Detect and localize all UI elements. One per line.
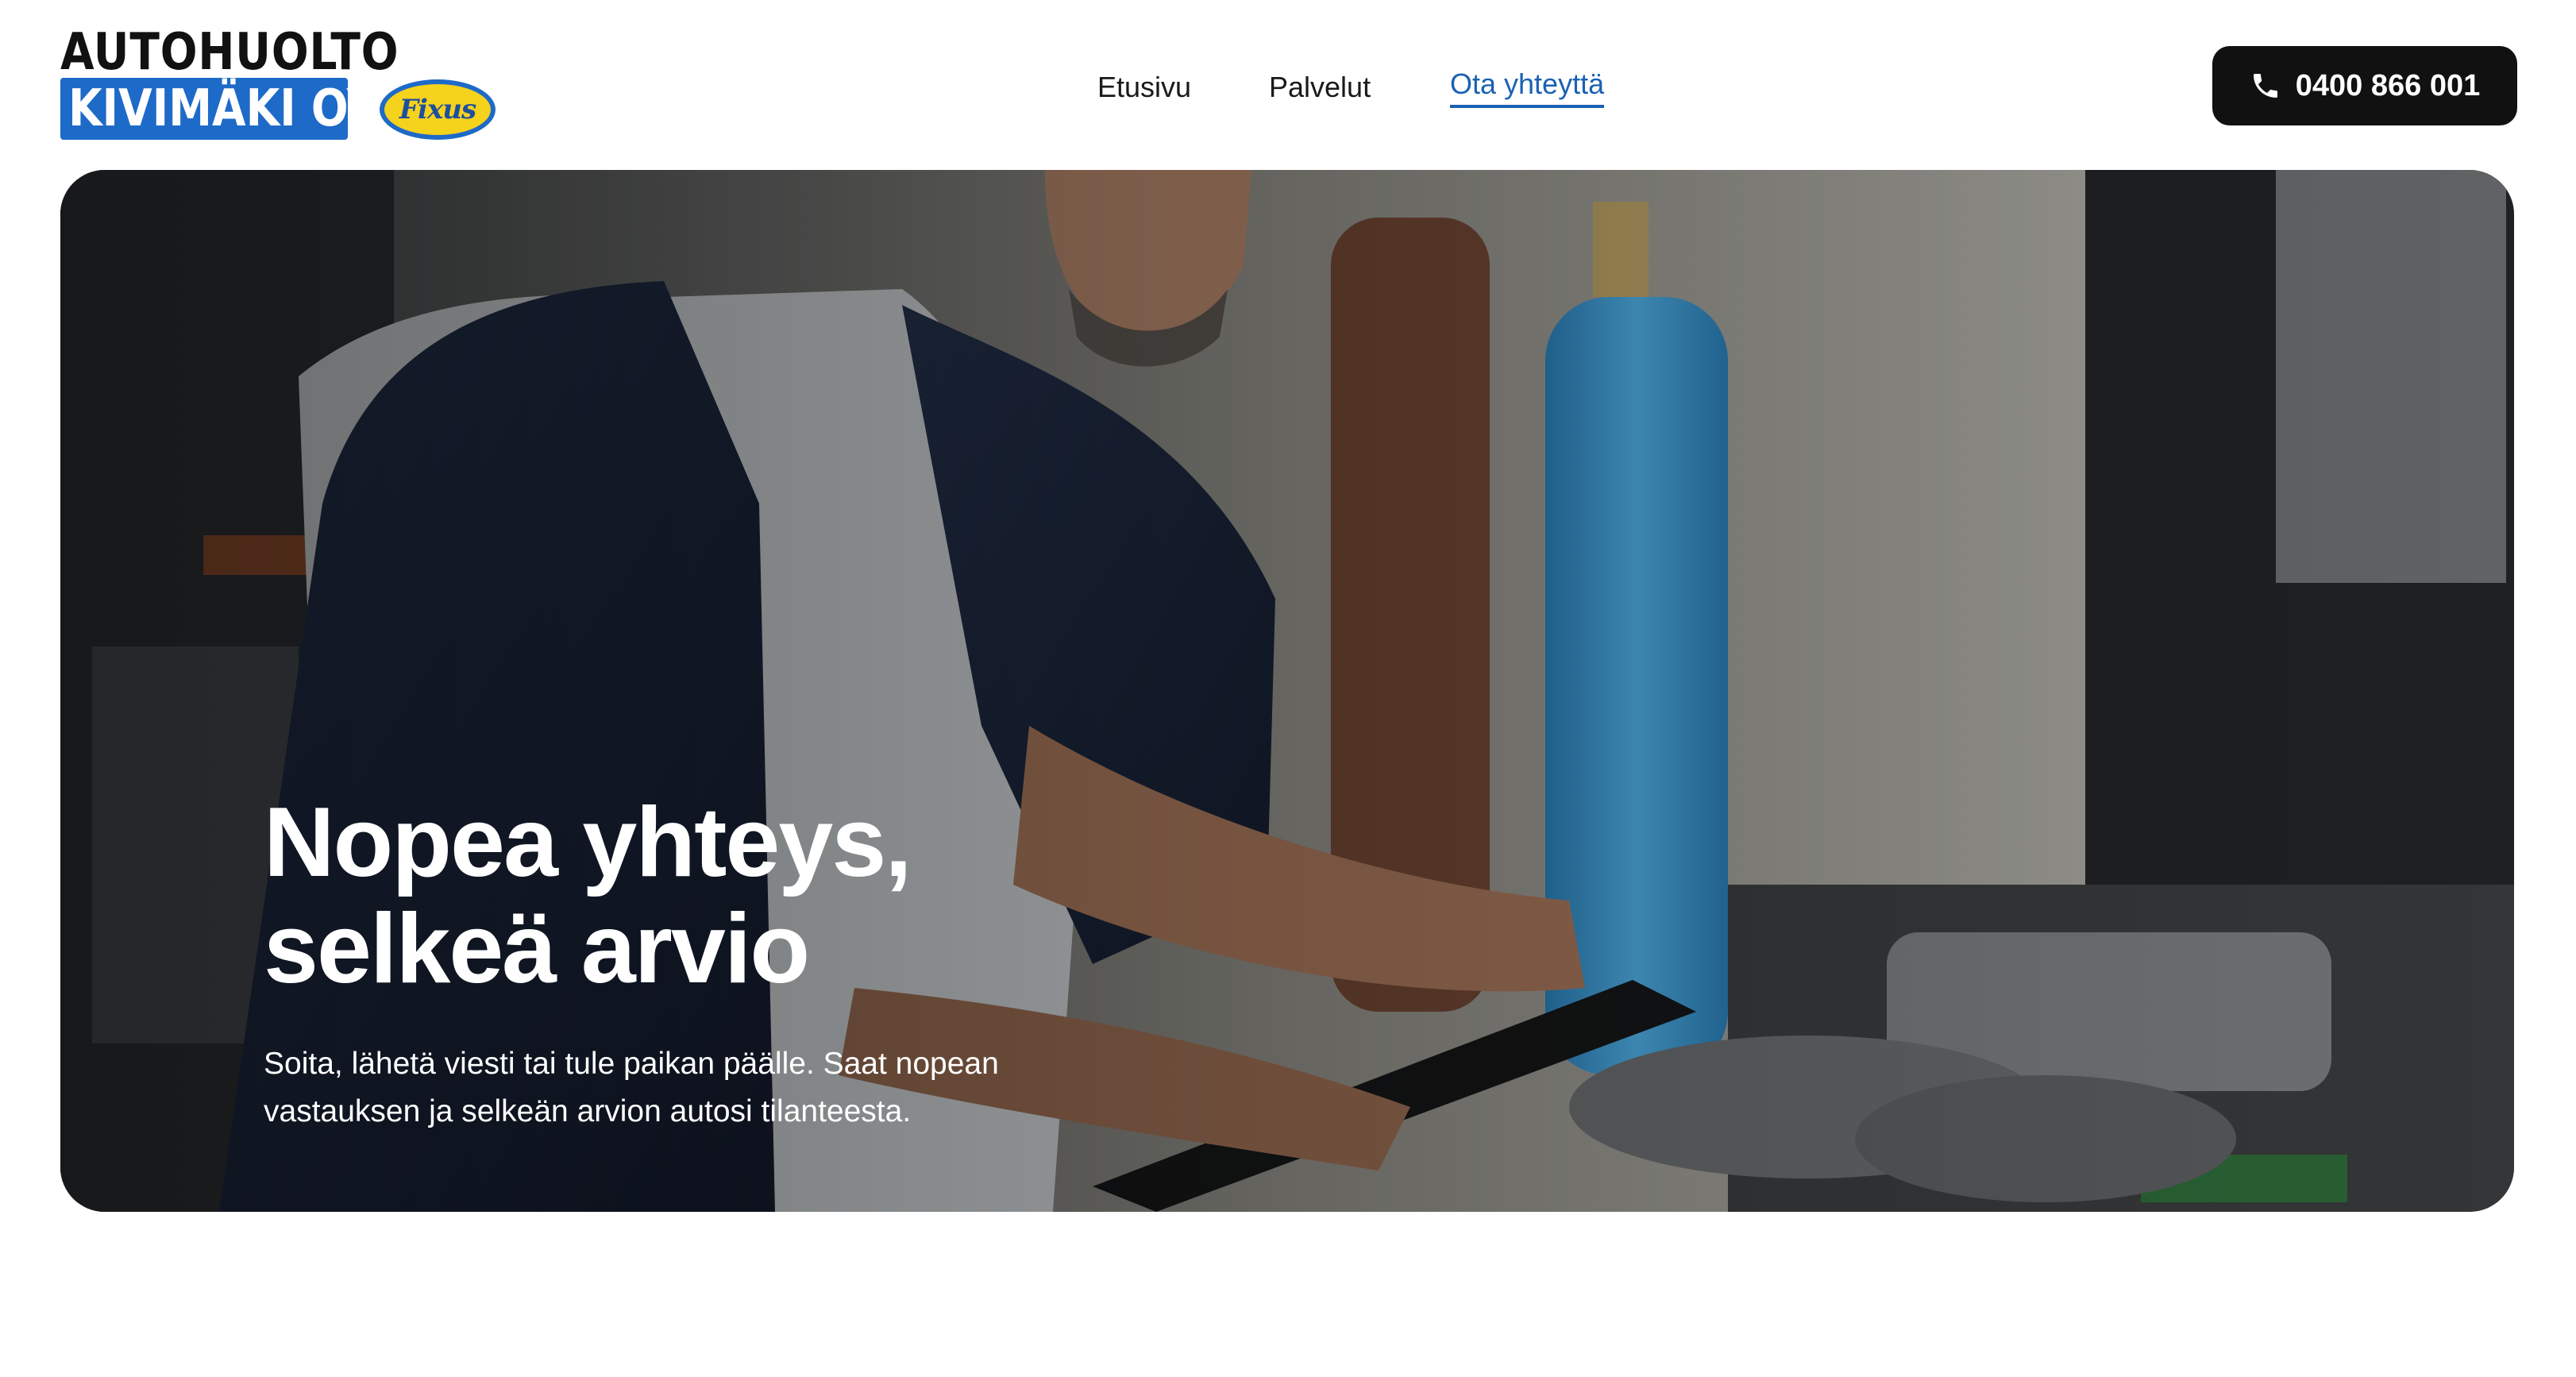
hero-description-line-2: vastauksen ja selkeän arvion autosi tila… xyxy=(264,1094,912,1128)
hero-title-line-2: selkeä arvio xyxy=(264,894,810,1004)
hero-banner: Nopea yhteys, selkeä arvio Soita, lähetä… xyxy=(60,170,2514,1212)
hero-title-line-1: Nopea yhteys, xyxy=(264,788,912,897)
nav-link-ota-yhteytta[interactable]: Ota yhteyttä xyxy=(1450,64,1605,108)
phone-number-label: 0400 866 001 xyxy=(2295,68,2481,102)
phone-icon xyxy=(2253,74,2277,98)
site-header: AUTOHUOLTO KIVIMÄKI OY Fixus Etusivu Pal… xyxy=(0,0,2576,170)
hero-description-line-1: Soita, lähetä viesti tai tule paikan pää… xyxy=(264,1047,999,1081)
nav-link-etusivu[interactable]: Etusivu xyxy=(1097,64,1191,111)
main-navigation: Etusivu Palvelut Ota yhteyttä xyxy=(0,64,2576,111)
hero-description: Soita, lähetä viesti tai tule paikan pää… xyxy=(264,1040,1137,1136)
hero-title: Nopea yhteys, selkeä arvio xyxy=(264,789,1375,1002)
nav-link-palvelut[interactable]: Palvelut xyxy=(1269,64,1371,111)
call-phone-button[interactable]: 0400 866 001 xyxy=(2212,46,2517,125)
